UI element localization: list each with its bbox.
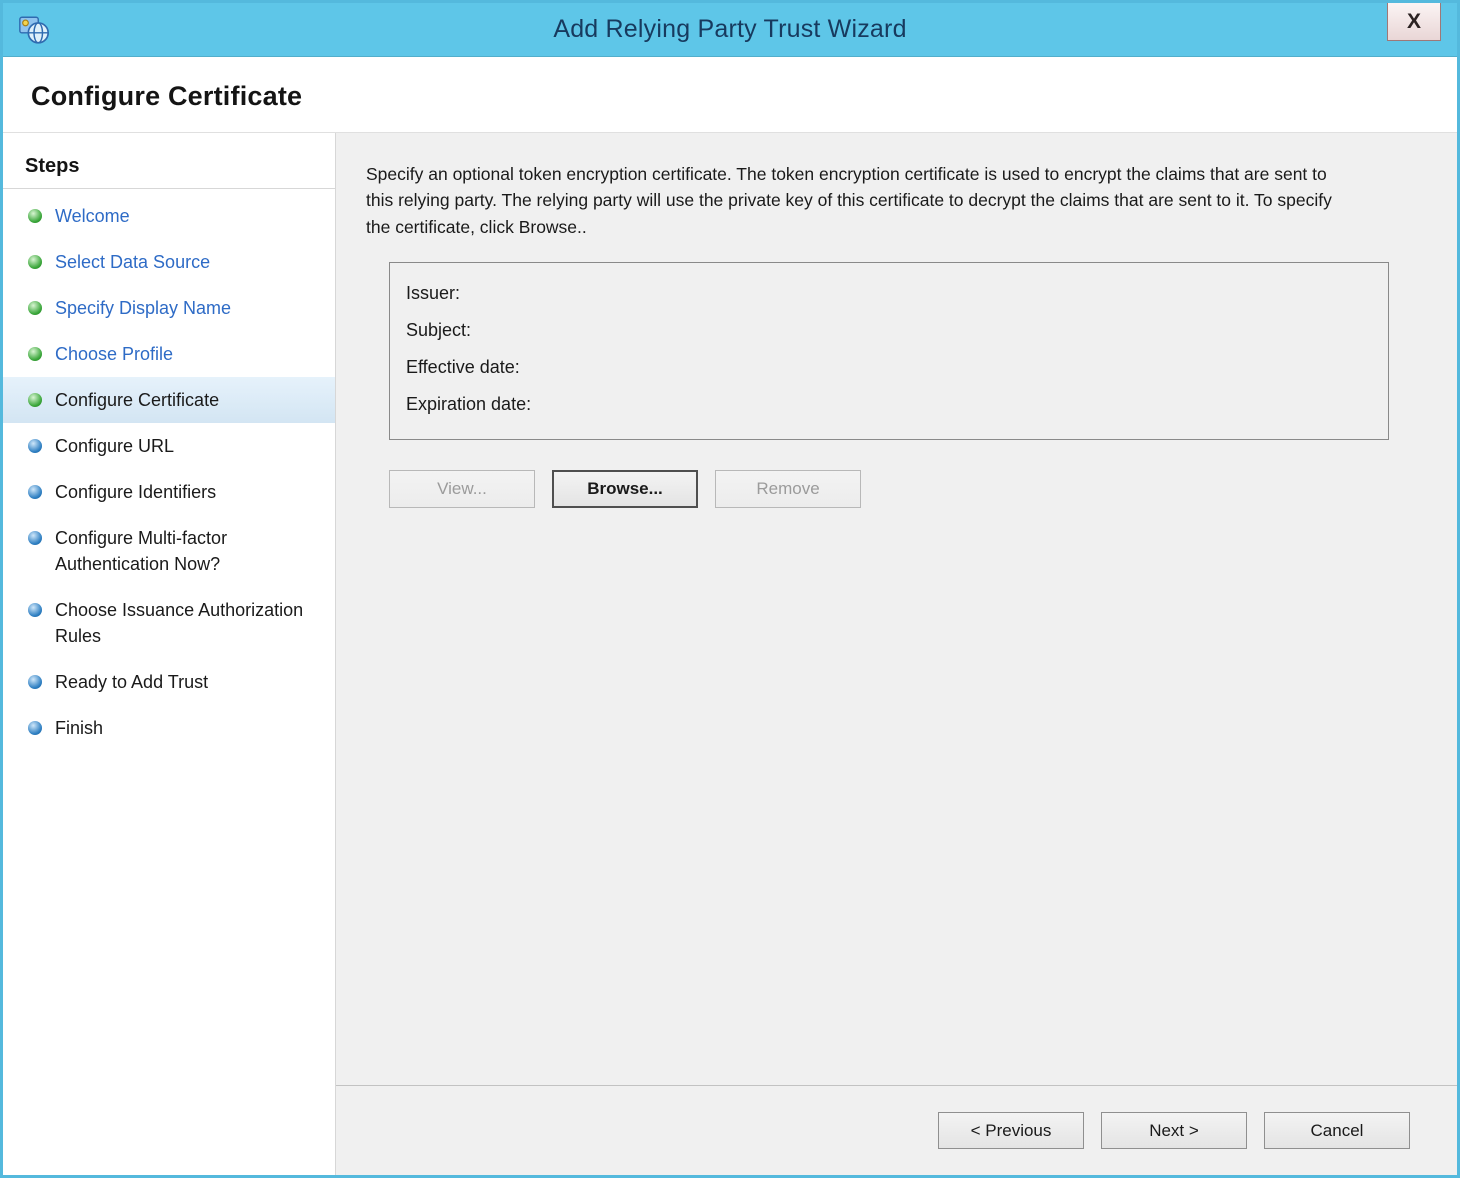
step-label: Configure URL xyxy=(55,436,175,456)
wizard-app-icon xyxy=(17,13,51,47)
view-button[interactable]: View... xyxy=(389,469,535,508)
step-label[interactable]: Choose Profile xyxy=(55,341,173,367)
step-label[interactable]: Welcome xyxy=(55,203,130,229)
sidebar-item-choose-profile[interactable]: Choose Profile xyxy=(3,331,335,377)
blue-step-dot-icon xyxy=(28,721,42,735)
cancel-button[interactable]: Cancel xyxy=(1264,1112,1410,1149)
titlebar: Add Relying Party Trust Wizard X xyxy=(3,3,1457,57)
certificate-actions: View... Browse... Remove xyxy=(389,469,1397,508)
blue-step-dot-icon xyxy=(28,603,42,617)
sidebar-item-configure-certificate: Configure Certificate xyxy=(3,377,335,423)
green-step-dot-icon xyxy=(28,393,42,407)
wizard-footer: < Previous Next > Cancel xyxy=(336,1085,1457,1175)
page-title: Configure Certificate xyxy=(31,81,303,111)
certificate-field-label: Issuer: xyxy=(406,282,461,303)
step-label: Configure Identifiers xyxy=(55,482,217,502)
close-button[interactable]: X xyxy=(1387,3,1441,41)
page-header: Configure Certificate xyxy=(3,57,1457,133)
sidebar-item-configure-multi-factor-authentication-now: Configure Multi-factor Authentication No… xyxy=(3,515,335,587)
blue-step-dot-icon xyxy=(28,531,42,545)
sidebar-item-choose-issuance-authorization-rules: Choose Issuance Authorization Rules xyxy=(3,587,335,659)
next-button[interactable]: Next > xyxy=(1101,1112,1247,1149)
blue-step-dot-icon xyxy=(28,485,42,499)
content-column: Specify an optional token encryption cer… xyxy=(336,133,1457,1175)
certificate-field-row: Issuer: xyxy=(406,275,1372,312)
remove-button[interactable]: Remove xyxy=(715,469,861,508)
step-label: Choose Issuance Authorization Rules xyxy=(55,600,304,646)
step-label[interactable]: Specify Display Name xyxy=(55,295,231,321)
certificate-fields: Issuer: Subject: Effective date: Expiration… xyxy=(406,275,1372,423)
sidebar-item-configure-identifiers: Configure Identifiers xyxy=(3,469,335,515)
sidebar-item-configure-url: Configure URL xyxy=(3,423,335,469)
certificate-field-row: Effective date: xyxy=(406,349,1372,386)
green-step-dot-icon xyxy=(28,255,42,269)
step-label: Ready to Add Trust xyxy=(55,672,209,692)
blue-step-dot-icon xyxy=(28,439,42,453)
sidebar-item-select-data-source[interactable]: Select Data Source xyxy=(3,239,335,285)
wizard-window: Add Relying Party Trust Wizard X Configu… xyxy=(0,0,1460,1178)
step-label: Configure Certificate xyxy=(55,390,220,410)
certificate-field-label: Effective date: xyxy=(406,356,520,377)
sidebar-item-finish: Finish xyxy=(3,705,335,751)
main-area: Steps Welcome Select Data Source Specify D… xyxy=(3,133,1457,1175)
step-label: Finish xyxy=(55,718,104,738)
step-label[interactable]: Select Data Source xyxy=(55,249,210,275)
certificate-field-label: Expiration date: xyxy=(406,393,532,414)
window-title: Add Relying Party Trust Wizard xyxy=(553,15,907,43)
steps-list: Welcome Select Data Source Specify Display… xyxy=(3,193,335,751)
certificate-field-row: Expiration date: xyxy=(406,386,1372,423)
certificate-details-box: Issuer: Subject: Effective date: Expiration… xyxy=(389,261,1389,440)
sidebar-item-ready-to-add-trust: Ready to Add Trust xyxy=(3,659,335,705)
certificate-field-label: Subject: xyxy=(406,319,472,340)
steps-sidebar: Steps Welcome Select Data Source Specify D… xyxy=(3,133,336,1175)
green-step-dot-icon xyxy=(28,209,42,223)
content-panel: Specify an optional token encryption cer… xyxy=(336,133,1457,1085)
step-label: Configure Multi-factor Authentication No… xyxy=(55,528,228,574)
sidebar-item-welcome[interactable]: Welcome xyxy=(3,193,335,239)
sidebar-item-specify-display-name[interactable]: Specify Display Name xyxy=(3,285,335,331)
green-step-dot-icon xyxy=(28,301,42,315)
steps-heading: Steps xyxy=(3,149,335,189)
green-step-dot-icon xyxy=(28,347,42,361)
instructions-text: Specify an optional token encryption cer… xyxy=(366,164,1332,237)
browse-button[interactable]: Browse... xyxy=(552,469,698,508)
previous-button[interactable]: < Previous xyxy=(938,1112,1084,1149)
certificate-field-row: Subject: xyxy=(406,312,1372,349)
blue-step-dot-icon xyxy=(28,675,42,689)
